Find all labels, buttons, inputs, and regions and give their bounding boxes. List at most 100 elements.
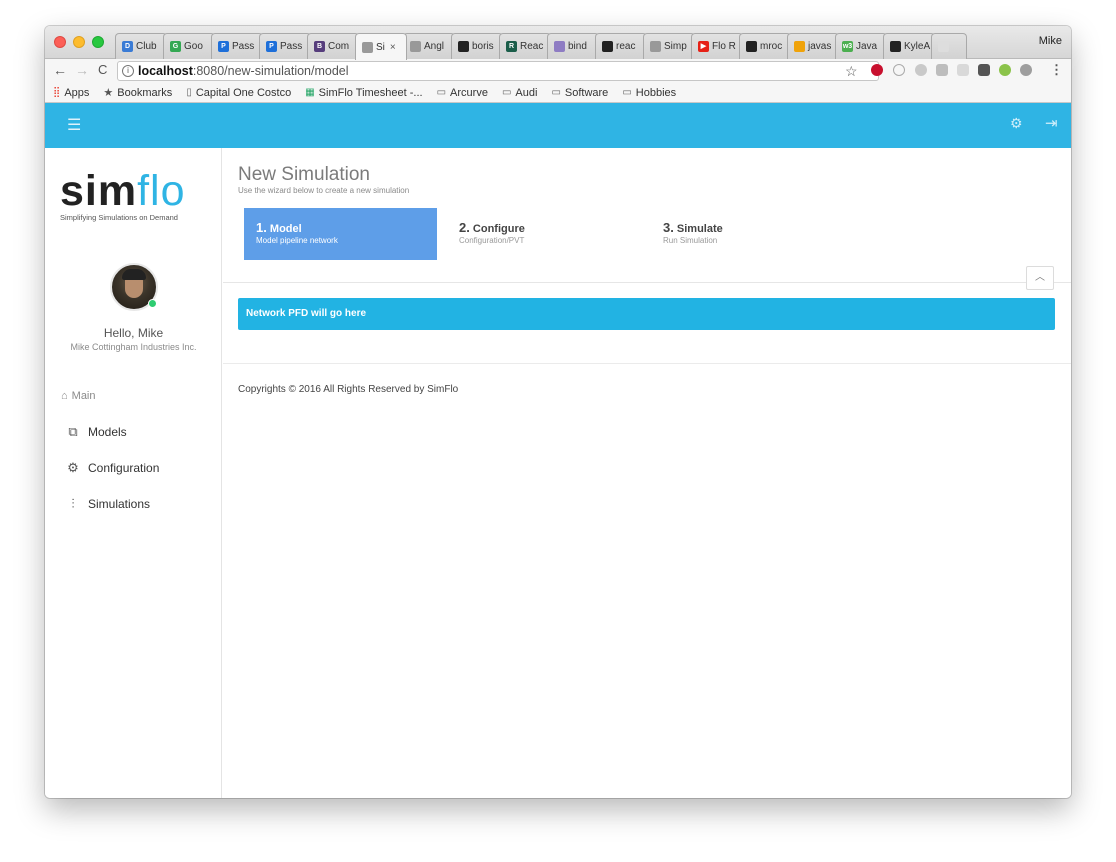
sidebar-item-label: Models (88, 425, 127, 439)
bookmark-star-icon[interactable]: ☆ (845, 63, 858, 80)
wizard-step-model[interactable]: 1. Model Model pipeline network (244, 208, 437, 260)
home-icon: ⌂ (61, 390, 68, 402)
tab-label: Si (376, 41, 385, 53)
browser-tab[interactable]: javas (787, 33, 839, 59)
tab-label: boris (472, 41, 494, 52)
section-label: Main (71, 390, 96, 402)
browser-tab[interactable]: P Pass (259, 33, 311, 59)
logo-sim: sim (60, 167, 138, 215)
browser-tab[interactable]: mroc (739, 33, 791, 59)
window-controls (54, 36, 104, 48)
avatar[interactable] (110, 263, 158, 311)
step-title: Configure (472, 223, 525, 235)
sidebar-item-label: Simulations (88, 497, 151, 511)
browser-tab[interactable] (931, 33, 967, 59)
logout-icon[interactable]: ⇥ (1045, 114, 1058, 132)
tab-label: Angl (424, 41, 445, 52)
tab-favicon-icon (890, 41, 901, 52)
browser-tab[interactable]: Si × (355, 33, 407, 60)
extension-icon[interactable] (893, 64, 905, 76)
browser-tab[interactable]: D Club (115, 33, 167, 59)
browser-menu-icon[interactable]: ⋮ (1050, 62, 1063, 78)
tab-favicon-icon (746, 41, 757, 52)
folder-icon: ▭ (501, 87, 512, 98)
zoom-window-button[interactable] (92, 36, 104, 48)
settings-gear-icon[interactable]: ⚙ (1010, 115, 1023, 132)
sidebar-item-label: Configuration (88, 461, 160, 475)
page-title: New Simulation (238, 164, 370, 185)
tab-favicon-icon: R (506, 41, 517, 52)
minimize-window-button[interactable] (73, 36, 85, 48)
browser-tab[interactable]: ▶ Flo R (691, 33, 743, 59)
collapse-panel-button[interactable]: ︿ (1026, 266, 1054, 290)
tab-favicon-icon (602, 41, 613, 52)
close-tab-icon[interactable]: × (390, 42, 396, 53)
browser-tab[interactable]: boris (451, 33, 503, 59)
bookmark-item[interactable]: ▭ Hobbies (622, 87, 676, 99)
bookmark-item[interactable]: ▭ Software (551, 87, 608, 99)
browser-tab[interactable]: Simp (643, 33, 695, 59)
wizard-steps: 1. Model Model pipeline network 2. Confi… (244, 208, 864, 260)
browser-tab[interactable]: G Goo (163, 33, 215, 59)
step-title: Simulate (676, 223, 723, 235)
extension-icon[interactable] (915, 64, 927, 76)
browser-tab[interactable]: P Pass (211, 33, 263, 59)
bookmark-label: Capital One Costco (195, 86, 292, 99)
extension-icon[interactable] (978, 64, 990, 76)
hamburger-menu-icon[interactable]: ☰ (67, 115, 81, 135)
avatar-hat (122, 269, 146, 280)
gear-icon: ⚙ (67, 460, 79, 475)
wizard-step-configure[interactable]: 2. Configure Configuration/PVT (447, 208, 640, 260)
browser-tab[interactable]: R Reac (499, 33, 551, 59)
reload-icon[interactable]: C (98, 62, 107, 77)
models-icon: ⧉ (68, 424, 78, 439)
tab-label: Com (328, 41, 350, 52)
back-icon[interactable]: ← (53, 62, 67, 78)
step-title: Model (269, 223, 302, 235)
company-name: Mike Cottingham Industries Inc. (70, 342, 197, 352)
step-description: Configuration/PVT (459, 236, 525, 245)
browser-toolbar: ← → C i localhost:8080/new-simulation/mo… (45, 59, 1071, 83)
tab-label: Simp (664, 41, 687, 52)
wizard-step-simulate[interactable]: 3. Simulate Run Simulation (651, 208, 844, 260)
address-bar[interactable]: i localhost:8080/new-simulation/model (117, 61, 879, 81)
browser-tab[interactable]: bind (547, 33, 599, 59)
forward-icon[interactable]: → (75, 62, 89, 78)
folder-icon: ▭ (622, 87, 632, 98)
bookmark-item[interactable]: ★ Bookmarks (103, 86, 172, 100)
bookmark-item[interactable]: ⣿ Apps (53, 87, 89, 99)
extension-icon[interactable] (1020, 64, 1032, 76)
browser-window: D Club G Goo P Pass P Pass B Com Si × Angl boris R Reac… (45, 26, 1071, 798)
bookmark-item[interactable]: ▦ SimFlo Timesheet -... (305, 87, 422, 99)
close-window-button[interactable] (54, 36, 66, 48)
profile-name[interactable]: Mike (1039, 35, 1062, 47)
browser-tab[interactable]: reac (595, 33, 647, 59)
bookmark-label: SimFlo Timesheet -... (318, 86, 423, 99)
sidebar-item-simulations[interactable]: ⫶ Simulations (67, 496, 150, 512)
url-host: localhost (138, 64, 193, 78)
ublock-extension-icon[interactable] (871, 64, 883, 76)
extension-icon[interactable] (999, 64, 1011, 76)
info-icon[interactable]: i (122, 65, 134, 77)
extension-icon[interactable] (936, 64, 948, 76)
footer-divider (223, 363, 1071, 364)
extension-icon[interactable] (957, 64, 969, 76)
browser-tab[interactable]: KyleA (883, 33, 935, 59)
bookmark-item[interactable]: ▭ Audi (502, 87, 537, 99)
step-description: Run Simulation (663, 236, 718, 245)
tab-favicon-icon (938, 41, 949, 52)
sidebar-item-configuration[interactable]: ⚙ Configuration (67, 460, 159, 476)
url-path: :8080/new-simulation/model (192, 64, 349, 78)
tab-favicon-icon: D (122, 41, 133, 52)
tab-favicon-icon (362, 41, 373, 53)
copyright-footer: Copyrights © 2016 All Rights Reserved by… (238, 384, 459, 395)
folder-icon: ▭ (551, 87, 561, 98)
browser-tab[interactable]: w3 Java (835, 33, 887, 59)
browser-tab[interactable]: B Com (307, 33, 359, 59)
sidebar-item-models[interactable]: ⧉ Models (67, 424, 127, 440)
bookmark-item[interactable]: ▭ Arcurve (437, 87, 488, 99)
tab-favicon-icon (650, 41, 661, 52)
step-number: 3. (663, 220, 674, 235)
browser-tab[interactable]: Angl (403, 33, 455, 59)
bookmark-item[interactable]: ▯ Capital One Costco (186, 87, 291, 99)
